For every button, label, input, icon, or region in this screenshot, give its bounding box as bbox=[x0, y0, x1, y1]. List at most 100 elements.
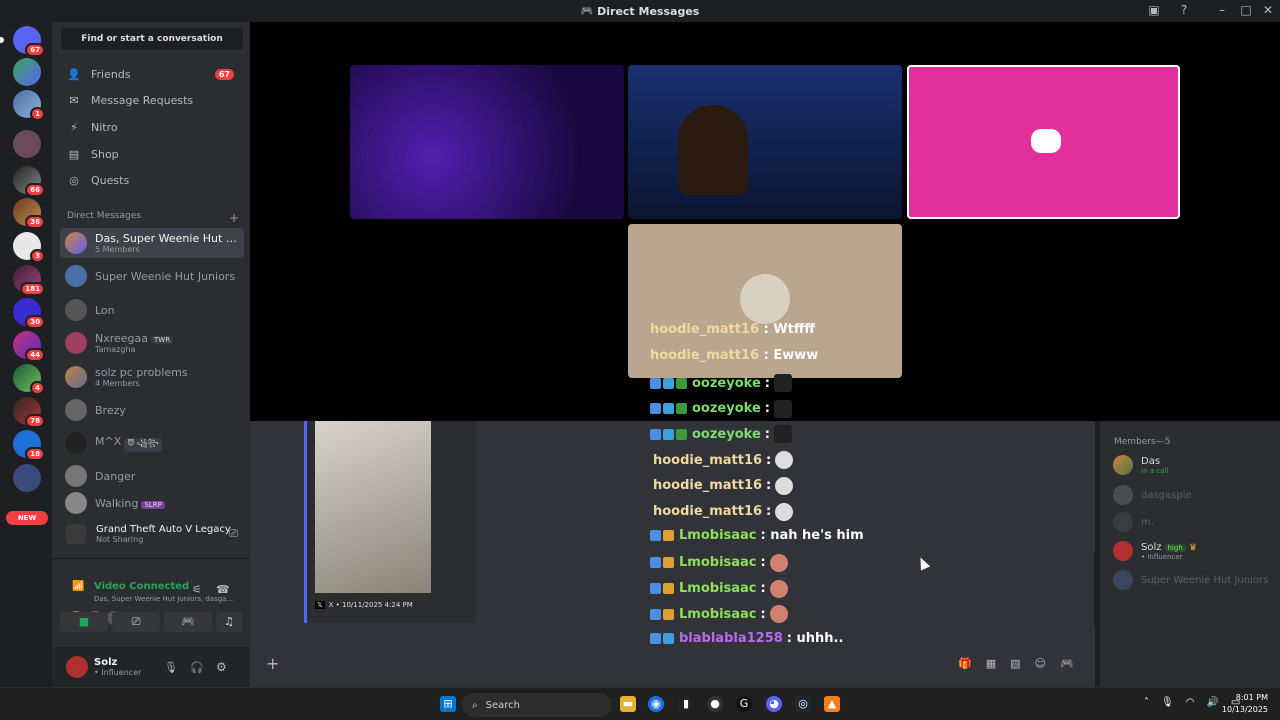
dm-item[interactable]: Brezy bbox=[60, 395, 244, 425]
message-author[interactable]: hoodie_matt16 bbox=[653, 478, 762, 493]
message-author[interactable]: oozeyoke bbox=[692, 376, 761, 391]
app-icon[interactable]: ▲ bbox=[824, 696, 840, 712]
wifi-icon[interactable]: ◠ bbox=[1186, 697, 1195, 708]
close-icon[interactable]: ✕ bbox=[1260, 3, 1276, 19]
nav-friends[interactable]: 👤 Friends 67 bbox=[60, 62, 242, 86]
steam-icon[interactable]: ◎ bbox=[795, 696, 811, 712]
dm-item[interactable]: M^X 😈 ꧁꧂ bbox=[60, 428, 244, 458]
video-tile[interactable] bbox=[350, 65, 624, 219]
embed-image[interactable] bbox=[315, 421, 431, 593]
minimize-icon[interactable]: – bbox=[1214, 3, 1230, 19]
server-icon[interactable] bbox=[13, 130, 41, 158]
gift-icon[interactable]: 🎁 bbox=[958, 657, 972, 670]
emoji-icon[interactable]: ☺ bbox=[1035, 657, 1046, 670]
maximize-icon[interactable]: □ bbox=[1238, 3, 1254, 19]
nav-nitro[interactable]: ⚡ Nitro bbox=[60, 115, 242, 139]
server-icon[interactable]: 78 bbox=[13, 397, 45, 428]
discord-taskbar-icon[interactable]: ◕ bbox=[766, 696, 782, 712]
message-author[interactable]: oozeyoke bbox=[692, 427, 761, 442]
windows-start-icon[interactable]: ⊞ bbox=[440, 696, 456, 712]
member-item[interactable]: Das In a call bbox=[1113, 455, 1168, 475]
disconnect-icon[interactable]: ☎ bbox=[216, 583, 230, 596]
search-icon: ⌕ bbox=[472, 699, 478, 711]
headphones-icon[interactable]: 🎧 bbox=[190, 661, 204, 674]
message-author[interactable]: hoodie_matt16 bbox=[653, 504, 762, 519]
soundboard-button[interactable]: ♫ bbox=[216, 612, 242, 632]
message-author[interactable]: hoodie_matt16 bbox=[653, 453, 762, 468]
message-author[interactable]: blablabla1258 bbox=[679, 631, 783, 646]
dm-item[interactable]: Das, Super Weenie Hut Juni...5 Members bbox=[60, 228, 244, 258]
avatar[interactable] bbox=[66, 656, 88, 678]
share-screen-icon[interactable]: ⎚ bbox=[229, 527, 238, 541]
server-icon[interactable]: 4 bbox=[13, 364, 45, 395]
dm-item[interactable]: Danger bbox=[60, 461, 244, 491]
search-input[interactable]: Find or start a conversation bbox=[61, 28, 243, 50]
member-item[interactable]: Solz high ♛ • Influencer bbox=[1113, 541, 1197, 561]
dm-item[interactable]: Nxreegaa TWR Tamazgha bbox=[60, 328, 244, 358]
dm-item[interactable]: Walking SLRP bbox=[60, 490, 244, 516]
file-explorer-icon[interactable]: ▬ bbox=[620, 696, 636, 712]
role-icon bbox=[663, 633, 674, 644]
message-text: : bbox=[760, 606, 766, 622]
avatar bbox=[65, 432, 87, 454]
member-item[interactable]: dasgaspie bbox=[1113, 485, 1192, 505]
message-author[interactable]: oozeyoke bbox=[692, 401, 761, 416]
server-icon[interactable]: 18 bbox=[13, 430, 45, 461]
settings-icon[interactable]: ⚙ bbox=[216, 660, 227, 674]
message-author[interactable]: Lmobisaac bbox=[679, 607, 757, 622]
mic-icon[interactable]: 🎙 bbox=[164, 661, 178, 674]
nav-quests[interactable]: ◎ Quests bbox=[60, 168, 242, 192]
video-tile-avatar[interactable] bbox=[907, 65, 1180, 219]
home-button[interactable]: 67 bbox=[0, 26, 45, 57]
dm-item[interactable]: Lon bbox=[60, 295, 244, 325]
message-author[interactable]: Lmobisaac bbox=[679, 555, 757, 570]
server-icon[interactable]: 3 bbox=[13, 232, 45, 263]
audio-app-icon[interactable]: ▮ bbox=[678, 696, 694, 712]
sticker-icon[interactable]: ▧ bbox=[1010, 657, 1020, 670]
member-item[interactable]: m. bbox=[1113, 512, 1154, 532]
gamer-app-icon[interactable]: G bbox=[736, 696, 752, 712]
server-icon[interactable] bbox=[13, 464, 41, 492]
scrollbar[interactable] bbox=[1094, 552, 1098, 626]
signal-icon: 📶 bbox=[72, 581, 85, 592]
server-icon[interactable]: 36 bbox=[13, 198, 45, 229]
tray-chevron-icon[interactable]: ˄ bbox=[1144, 697, 1149, 708]
members-header: Members—5 bbox=[1114, 437, 1171, 447]
apps-icon[interactable]: 🎮 bbox=[1060, 657, 1074, 670]
nav-message-requests[interactable]: ✉ Message Requests bbox=[60, 88, 242, 112]
help-icon[interactable]: ? bbox=[1176, 3, 1192, 19]
message-text: : bbox=[764, 426, 770, 442]
dm-item[interactable]: solz pc problems 4 Members bbox=[60, 362, 244, 392]
gif-icon[interactable]: ▦ bbox=[986, 657, 996, 670]
dm-header-label: Direct Messages bbox=[67, 211, 141, 221]
video-tile[interactable] bbox=[628, 65, 902, 219]
message-author[interactable]: Lmobisaac bbox=[679, 581, 757, 596]
add-dm-icon[interactable]: + bbox=[229, 211, 239, 225]
member-name: Super Weenie Hut Juniors bbox=[1141, 574, 1269, 586]
role-icon bbox=[650, 583, 661, 595]
obs-icon[interactable]: ● bbox=[707, 696, 723, 712]
server-icon[interactable]: 1 bbox=[13, 90, 45, 121]
dm-item[interactable]: Super Weenie Hut Juniors bbox=[60, 261, 244, 291]
server-icon[interactable]: 181 bbox=[13, 265, 45, 296]
attach-icon[interactable]: + bbox=[266, 654, 279, 673]
clock[interactable]: 8:01 PM 10/13/2025 bbox=[1222, 692, 1268, 716]
chrome-icon[interactable]: ◉ bbox=[648, 696, 664, 712]
role-icon bbox=[663, 428, 674, 440]
nav-shop[interactable]: ▤ Shop bbox=[60, 142, 242, 166]
camera-button[interactable]: ■ bbox=[60, 612, 108, 632]
noise-suppression-icon[interactable]: ⚟ bbox=[192, 583, 202, 596]
server-icon[interactable]: 44 bbox=[13, 331, 45, 362]
server-icon[interactable] bbox=[13, 58, 41, 86]
member-item[interactable]: Super Weenie Hut Juniors bbox=[1113, 570, 1268, 590]
inbox-icon[interactable]: ▣ bbox=[1146, 3, 1162, 19]
avatar bbox=[1113, 455, 1133, 475]
server-icon[interactable]: 30 bbox=[13, 298, 45, 329]
volume-icon[interactable]: 🔊 bbox=[1206, 697, 1218, 708]
screenshare-button[interactable]: ⎚ bbox=[112, 612, 160, 632]
activities-button[interactable]: 🎮 bbox=[164, 612, 212, 632]
server-icon[interactable]: 66 bbox=[13, 166, 45, 197]
mic-tray-icon[interactable]: 🎙 bbox=[1161, 697, 1174, 708]
message-author[interactable]: Lmobisaac bbox=[679, 528, 757, 543]
taskbar-search[interactable]: ⌕ Search bbox=[462, 693, 612, 717]
